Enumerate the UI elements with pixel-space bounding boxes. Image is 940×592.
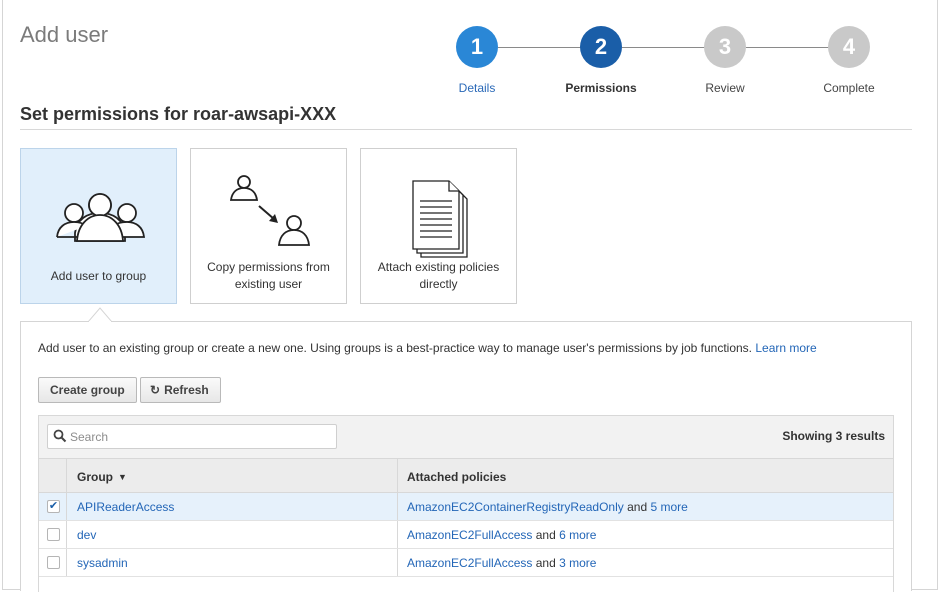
policies-column-header: Attached policies [407, 470, 507, 484]
column-divider [397, 459, 398, 492]
group-column-header[interactable]: Group ▼ [77, 470, 127, 484]
step-label: Review [705, 81, 745, 95]
step-details[interactable]: 1 Details [432, 26, 522, 95]
step-label: Details [458, 81, 496, 95]
section-title: Set permissions for roar-awsapi-XXX [20, 104, 337, 124]
section-divider [20, 129, 912, 130]
table-header: Group ▼ Attached policies [39, 459, 893, 493]
option-label: Attach existing policies directly [377, 260, 500, 291]
policy-link[interactable]: AmazonEC2FullAccess [407, 528, 532, 542]
group-panel: Add user to an existing group or create … [20, 321, 912, 592]
selection-pointer [88, 307, 112, 322]
row-checkbox[interactable] [47, 556, 60, 569]
step-complete: 4 Complete [804, 26, 894, 95]
policy-and: and [627, 500, 648, 514]
search-box[interactable] [47, 424, 337, 449]
table-row[interactable]: ✔ APIReaderAccess AmazonEC2ContainerRegi… [39, 493, 893, 521]
group-column-label: Group [77, 470, 113, 484]
policy-and: and [535, 556, 556, 570]
option-label: Copy permissions from existing user [207, 260, 330, 291]
column-divider [397, 549, 398, 576]
sort-caret-icon: ▼ [118, 472, 127, 482]
search-icon [53, 429, 67, 443]
group-name-link[interactable]: APIReaderAccess [77, 500, 174, 514]
refresh-button[interactable]: ↻ Refresh [140, 377, 221, 403]
step-number: 3 [704, 26, 746, 68]
table-toolbar: Showing 3 results [39, 416, 893, 459]
policies-cell: AmazonEC2FullAccess and 3 more [407, 556, 596, 570]
refresh-label: Refresh [164, 383, 209, 397]
step-review: 3 Review [680, 26, 770, 95]
step-label: Permissions [565, 81, 637, 95]
panel-intro: Add user to an existing group or create … [38, 341, 817, 355]
step-number: 4 [828, 26, 870, 68]
more-policies-link[interactable]: 6 more [559, 528, 596, 542]
search-input[interactable] [70, 428, 330, 446]
more-policies-link[interactable]: 3 more [559, 556, 596, 570]
document-stack-icon [412, 180, 468, 258]
option-label: Add user to group [50, 269, 147, 283]
group-name-link[interactable]: dev [77, 528, 96, 542]
option-add-user-to-group[interactable]: Add user to group [20, 148, 177, 304]
row-checkbox[interactable]: ✔ [47, 500, 60, 513]
more-policies-link[interactable]: 5 more [651, 500, 688, 514]
results-count: Showing 3 results [782, 429, 885, 443]
learn-more-link[interactable]: Learn more [755, 341, 816, 355]
page-title: Add user [20, 22, 109, 47]
step-permissions: 2 Permissions [556, 26, 646, 95]
policy-link[interactable]: AmazonEC2ContainerRegistryReadOnly [407, 500, 624, 514]
step-label: Complete [823, 81, 875, 95]
policy-link[interactable]: AmazonEC2FullAccess [407, 556, 532, 570]
wizard-stepper: 1 Details 2 Permissions 3 Review 4 Compl… [440, 26, 900, 96]
column-divider [397, 521, 398, 548]
step-number: 1 [456, 26, 498, 68]
table-row[interactable]: dev AmazonEC2FullAccess and 6 more [39, 521, 893, 549]
option-copy-permissions[interactable]: Copy permissions from existing user [190, 148, 347, 304]
option-attach-policies[interactable]: Attach existing policies directly [360, 148, 517, 304]
copy-user-icon [229, 175, 310, 246]
create-group-button[interactable]: Create group [38, 377, 137, 403]
table-row[interactable]: sysadmin AmazonEC2FullAccess and 3 more [39, 549, 893, 577]
step-number: 2 [580, 26, 622, 68]
policies-cell: AmazonEC2ContainerRegistryReadOnly and 5… [407, 500, 688, 514]
policy-and: and [535, 528, 556, 542]
checkbox-column-header [39, 459, 67, 492]
groups-table: Showing 3 results Group ▼ Attached polici… [38, 415, 894, 592]
group-name-link[interactable]: sysadmin [77, 556, 128, 570]
users-group-icon [56, 193, 145, 242]
intro-text: Add user to an existing group or create … [38, 341, 752, 355]
refresh-icon: ↻ [150, 383, 161, 397]
policies-cell: AmazonEC2FullAccess and 6 more [407, 528, 596, 542]
column-divider [397, 493, 398, 520]
row-checkbox[interactable] [47, 528, 60, 541]
